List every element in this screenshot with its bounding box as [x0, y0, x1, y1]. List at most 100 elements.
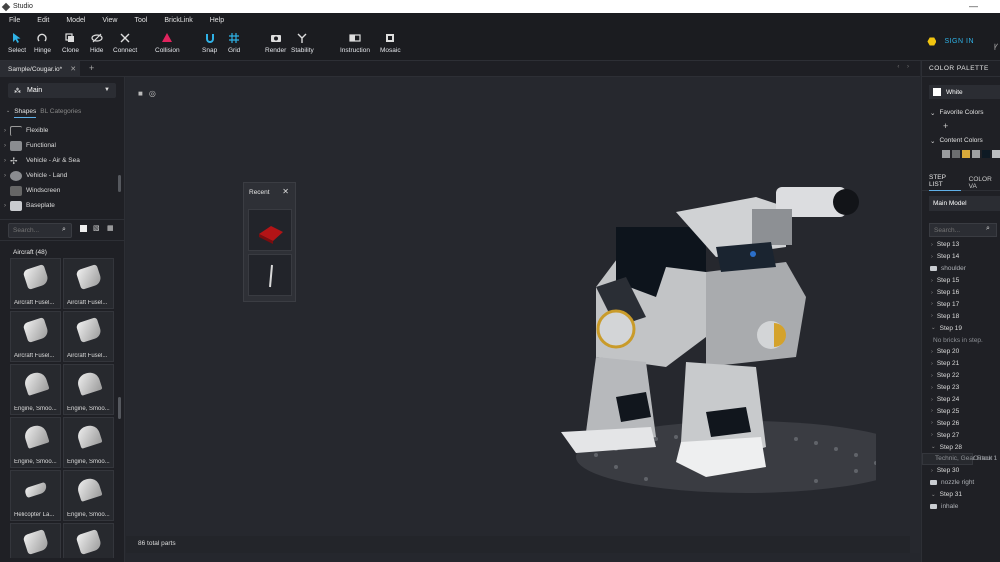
step-row[interactable]: › Step 26	[922, 417, 1000, 429]
step-row[interactable]: › Step 22	[922, 370, 1000, 382]
chevron-icon[interactable]: ›	[931, 254, 933, 260]
menu-view[interactable]: View	[102, 17, 117, 24]
step-row[interactable]: › Step 24	[922, 394, 1000, 406]
connect-button[interactable]: Connect	[113, 32, 137, 54]
chevron-icon[interactable]: ›	[931, 349, 933, 355]
model-dropdown[interactable]: Main Model	[929, 196, 1000, 211]
part-tile[interactable]: Aircraft Fusel...	[63, 258, 114, 309]
menu-file[interactable]: File	[9, 17, 20, 24]
part-tile[interactable]: Engine, Smoo...	[10, 364, 61, 415]
category-flexible[interactable]: › Flexible	[0, 123, 118, 138]
part-tile[interactable]: Engine, Smoo...	[63, 470, 114, 521]
camera-icon[interactable]: ■	[138, 89, 143, 98]
tab-scroll-arrows[interactable]: ‹ ›	[897, 64, 912, 70]
part-tile[interactable]: Engine, Smoo...	[63, 364, 114, 415]
submodel-row[interactable]: nozzle right	[922, 477, 1000, 489]
chevron-icon[interactable]: ›	[931, 432, 933, 438]
step-row[interactable]: › Step 16	[922, 287, 1000, 299]
step-row[interactable]: › Step 21	[922, 358, 1000, 370]
tab-step-list[interactable]: STEP LIST	[929, 174, 961, 191]
color-swatch[interactable]	[982, 150, 990, 158]
step-row[interactable]: › Step 25	[922, 405, 1000, 417]
clone-button[interactable]: Clone	[62, 32, 79, 54]
selected-color[interactable]: White	[929, 85, 1000, 99]
menu-model[interactable]: Model	[66, 17, 85, 24]
step-row[interactable]: › Step 14	[922, 251, 1000, 263]
part-row[interactable]: Technic, Gear Rack 1	[922, 453, 997, 465]
chevron-icon[interactable]: ›	[931, 290, 933, 296]
part-tile[interactable]: Engine, Smoo...	[10, 417, 61, 468]
palette-dropdown[interactable]: ⁂ Main ▼	[8, 83, 116, 98]
color-swatch[interactable]	[962, 150, 970, 158]
chevron-icon[interactable]: ›	[931, 242, 933, 248]
chevron-icon[interactable]: ›	[931, 373, 933, 379]
menu-bricklink[interactable]: BrickLink	[164, 17, 192, 24]
search-icon[interactable]: ⌕	[986, 225, 990, 233]
favorite-colors-header[interactable]: ⌄ Favorite Colors	[930, 109, 984, 117]
category-vehicle-land[interactable]: › Vehicle - Land	[0, 168, 118, 183]
part-tile[interactable]: Aircraft Fusel...	[10, 258, 61, 309]
category-windscreen[interactable]: Windscreen	[0, 183, 118, 198]
3d-viewport[interactable]: ■ ◎ Recent ✕ 86 total parts	[126, 77, 920, 553]
part-tile[interactable]: Helicopter La...	[10, 470, 61, 521]
step-row[interactable]: ⌄ Step 28	[922, 441, 1000, 453]
category-baseplate[interactable]: › Baseplate	[0, 198, 118, 213]
chevron-icon[interactable]: ›	[931, 397, 933, 403]
part-tile[interactable]	[10, 523, 61, 558]
minimize-button[interactable]: —	[969, 1, 978, 11]
part-tile[interactable]: Engine, Smoo...	[63, 417, 114, 468]
mosaic-button[interactable]: Mosaic	[380, 32, 401, 54]
chevron-icon[interactable]: ›	[931, 408, 933, 414]
chevron-icon[interactable]: ›	[931, 361, 933, 367]
submodel-row[interactable]: shoulder	[922, 263, 1000, 275]
grid-button[interactable]: Grid	[228, 32, 240, 54]
view-single-icon[interactable]	[80, 225, 87, 232]
parts-grid-scrollbar[interactable]	[118, 397, 121, 419]
chevron-icon[interactable]: ⌄	[931, 444, 936, 450]
chevron-icon[interactable]: ⌄	[931, 325, 936, 331]
menu-help[interactable]: Help	[210, 17, 224, 24]
recent-part-slot[interactable]	[248, 209, 292, 251]
step-row[interactable]: › Step 30	[922, 465, 1000, 477]
tab-shapes[interactable]: Shapes	[14, 108, 37, 118]
step-row[interactable]: › Step 18	[922, 310, 1000, 322]
step-row[interactable]: › Step 17	[922, 298, 1000, 310]
chevron-icon[interactable]: ›	[931, 385, 933, 391]
close-icon[interactable]: ✕	[282, 187, 289, 196]
add-tab-button[interactable]: +	[89, 63, 94, 73]
chevron-down-icon[interactable]: ⌄	[6, 108, 10, 118]
chevron-icon[interactable]: ›	[931, 313, 933, 319]
tab-color-variations[interactable]: COLOR VA	[969, 176, 1000, 190]
menu-tool[interactable]: Tool	[134, 17, 147, 24]
color-swatch[interactable]	[942, 150, 950, 158]
category-functional[interactable]: › Functional	[0, 138, 118, 153]
instruction-button[interactable]: Instruction	[340, 32, 370, 54]
step-row[interactable]: › Step 13	[922, 239, 1000, 251]
category-vehicle-air-sea[interactable]: › ✢ Vehicle - Air & Sea	[0, 153, 118, 168]
submodel-row[interactable]: inhale	[922, 501, 1000, 513]
collision-button[interactable]: Collision	[155, 32, 180, 54]
part-tile[interactable]: Aircraft Fusel...	[63, 311, 114, 362]
part-tile[interactable]	[63, 523, 114, 558]
add-favorite-color-button[interactable]: +	[943, 121, 948, 131]
chevron-icon[interactable]: ⌄	[931, 492, 936, 498]
account-icon[interactable]: ꝩ	[994, 40, 998, 51]
chevron-icon[interactable]: ›	[931, 278, 933, 284]
close-tab-icon[interactable]: ✕	[70, 65, 76, 73]
chevron-icon[interactable]: ›	[931, 420, 933, 426]
select-tool-button[interactable]: Select	[8, 32, 26, 54]
orbit-icon[interactable]: ◎	[149, 89, 156, 98]
menu-edit[interactable]: Edit	[37, 17, 49, 24]
snap-button[interactable]: Snap	[202, 32, 217, 54]
category-scrollbar[interactable]	[118, 175, 121, 192]
hide-button[interactable]: Hide	[90, 32, 103, 54]
part-tile[interactable]: Aircraft Fusel...	[10, 311, 61, 362]
color-swatch[interactable]	[952, 150, 960, 158]
chevron-icon[interactable]: ›	[931, 301, 933, 307]
recent-part-slot[interactable]	[248, 254, 292, 296]
step-row[interactable]: › Step 20	[922, 346, 1000, 358]
step-row[interactable]: › Step 27	[922, 429, 1000, 441]
render-button[interactable]: Render	[265, 32, 286, 54]
tab-bl-categories[interactable]: BL Categories	[40, 108, 81, 118]
hinge-tool-button[interactable]: Hinge	[34, 32, 51, 54]
